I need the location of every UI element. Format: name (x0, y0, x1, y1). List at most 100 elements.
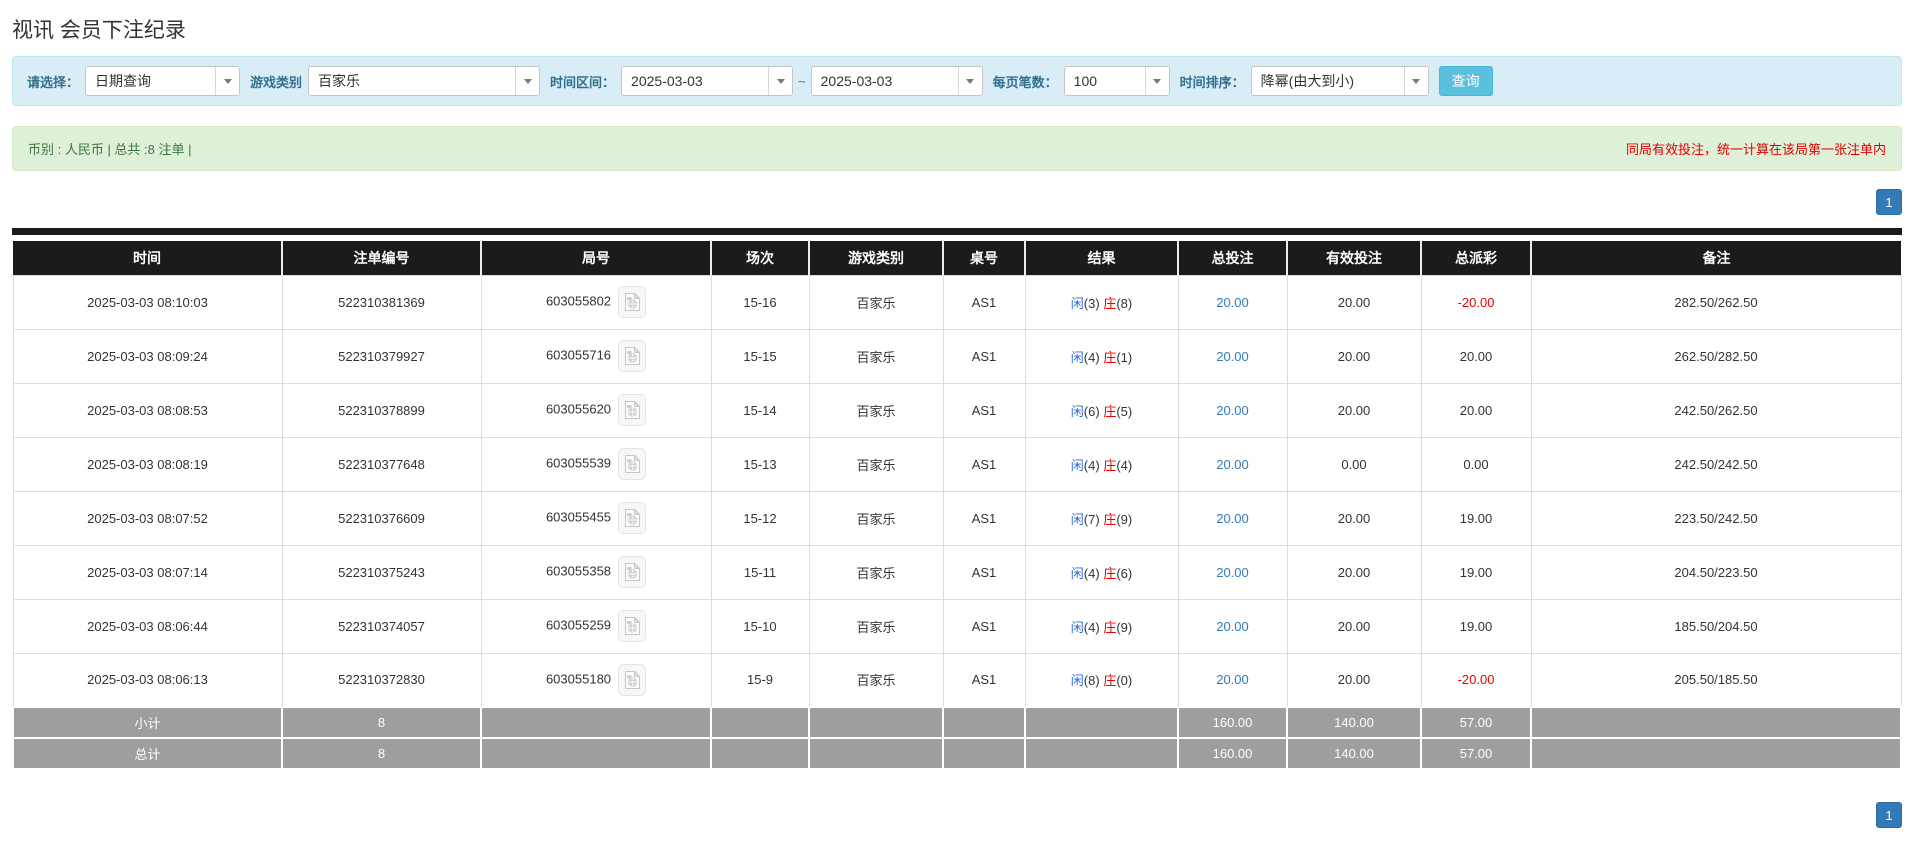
table-number-cell: AS1 (942, 598, 1026, 654)
valid-bet-cell: 20.00 (1286, 652, 1422, 708)
round-number-cell: 603055180 (480, 652, 712, 708)
game-category-select[interactable]: 百家乐 (308, 66, 541, 96)
valid-bet-cell: 20.00 (1286, 328, 1422, 384)
page-title: 视讯 会员下注纪录 (12, 19, 186, 42)
table-header-row: 时间 注单编号 局号 场次 游戏类别 桌号 结果 总投注 有效投注 总派彩 备注 (13, 241, 1901, 275)
round-number-cell: 603055539 (480, 436, 712, 492)
total-bet-link[interactable]: 20.00 (1216, 295, 1249, 310)
total-bet-cell: 20.00 (1177, 598, 1288, 654)
payout-cell: 19.00 (1420, 598, 1532, 654)
date-from-value: 2025-03-03 (631, 73, 703, 89)
subtotal-count: 8 (281, 706, 482, 739)
query-type-select[interactable]: 日期查询 (85, 66, 241, 96)
time-cell: 2025-03-03 08:10:03 (12, 274, 283, 330)
time-sort-value: 降幂(由大到小) (1260, 73, 1354, 89)
chevron-down-icon[interactable] (515, 67, 540, 95)
col-header-bet-no: 注单编号 (281, 241, 481, 275)
bet-number-cell: 522310372830 (281, 652, 482, 708)
game-category-cell: 百家乐 (808, 544, 944, 600)
total-bet-link[interactable]: 20.00 (1216, 349, 1249, 364)
result-cell: 闲(4) 庄(1) (1024, 328, 1179, 384)
video-record-icon[interactable] (618, 663, 647, 696)
per-page-label: 每页笔数： (992, 74, 1058, 90)
session-cell: 15-13 (710, 436, 810, 492)
bet-number-cell: 522310377648 (281, 436, 482, 492)
video-record-icon[interactable] (618, 610, 647, 642)
video-record-icon[interactable] (618, 340, 647, 372)
banker-result: 庄 (1103, 349, 1117, 365)
chevron-down-icon[interactable] (1144, 67, 1169, 95)
total-bet-link[interactable]: 20.00 (1216, 672, 1249, 687)
bet-records-table: 时间 注单编号 局号 场次 游戏类别 桌号 结果 总投注 有效投注 总派彩 备注… (12, 228, 1902, 770)
query-type-value: 日期查询 (95, 73, 152, 89)
bet-number-cell: 522310375243 (281, 544, 482, 600)
player-result: 闲 (1070, 403, 1084, 419)
per-page-select[interactable]: 100 (1063, 66, 1170, 96)
table-top-bar (12, 228, 1902, 235)
total-total-bet: 160.00 (1177, 737, 1288, 770)
remark-cell: 282.50/262.50 (1530, 274, 1902, 330)
time-cell: 2025-03-03 08:07:52 (12, 490, 283, 546)
page-1-button[interactable]: 1 (1876, 802, 1902, 828)
table-row: 2025-03-03 08:06:44 522310374057 603055259… (12, 598, 1902, 654)
game-category-cell: 百家乐 (808, 274, 944, 330)
date-to-select[interactable]: 2025-03-03 (810, 66, 983, 96)
col-header-session: 场次 (710, 241, 809, 275)
total-bet-link[interactable]: 20.00 (1216, 403, 1249, 418)
col-header-total-bet: 总投注 (1177, 241, 1287, 275)
total-row: 总计 8 160.00 140.00 57.00 (12, 737, 1902, 770)
remark-cell: 185.50/204.50 (1530, 598, 1902, 654)
total-count: 8 (281, 737, 482, 770)
chevron-down-icon[interactable] (957, 67, 982, 95)
time-cell: 2025-03-03 08:07:14 (12, 544, 283, 600)
total-bet-link[interactable]: 20.00 (1216, 457, 1249, 472)
date-to-value: 2025-03-03 (820, 73, 893, 89)
game-category-cell: 百家乐 (808, 436, 944, 492)
video-record-icon[interactable] (618, 556, 647, 588)
query-type-label: 请选择： (27, 74, 80, 90)
banker-result: 庄 (1103, 619, 1117, 635)
total-bet-cell: 20.00 (1177, 490, 1288, 546)
total-payout: 57.00 (1420, 737, 1532, 770)
valid-bet-cell: 20.00 (1286, 544, 1422, 600)
query-button[interactable]: 查询 (1438, 66, 1493, 96)
game-category-cell: 百家乐 (808, 490, 944, 546)
time-sort-select[interactable]: 降幂(由大到小) (1250, 66, 1429, 96)
pagination-top: 1 (12, 189, 1902, 215)
range-tilde: ~ (798, 73, 806, 89)
remark-cell: 205.50/185.50 (1530, 652, 1902, 708)
banker-result: 庄 (1103, 295, 1117, 311)
per-page-value: 100 (1073, 73, 1098, 89)
subtotal-payout: 57.00 (1420, 706, 1532, 739)
total-bet-link[interactable]: 20.00 (1216, 619, 1249, 634)
total-bet-cell: 20.00 (1177, 544, 1288, 600)
session-cell: 15-12 (710, 490, 810, 546)
time-range-label: 时间区间： (550, 74, 616, 90)
time-cell: 2025-03-03 08:06:13 (12, 652, 283, 708)
table-number-cell: AS1 (942, 544, 1026, 600)
banker-result: 庄 (1103, 511, 1117, 527)
video-record-icon[interactable] (618, 286, 647, 318)
total-bet-link[interactable]: 20.00 (1216, 565, 1249, 580)
session-cell: 15-9 (710, 652, 810, 708)
total-bet-cell: 20.00 (1177, 274, 1288, 330)
result-cell: 闲(6) 庄(5) (1024, 382, 1179, 438)
date-from-select[interactable]: 2025-03-03 (621, 66, 794, 96)
total-bet-link[interactable]: 20.00 (1216, 511, 1249, 526)
session-cell: 15-15 (710, 328, 810, 384)
page-1-button[interactable]: 1 (1876, 189, 1902, 215)
game-category-cell: 百家乐 (808, 382, 944, 438)
video-record-icon[interactable] (618, 394, 647, 426)
result-cell: 闲(4) 庄(9) (1024, 598, 1179, 654)
table-row: 2025-03-03 08:09:24 522310379927 603055716… (12, 328, 1902, 384)
chevron-down-icon[interactable] (215, 67, 240, 95)
valid-bet-cell: 20.00 (1286, 490, 1422, 546)
subtotal-label: 小计 (12, 706, 283, 739)
video-record-icon[interactable] (618, 448, 647, 480)
chevron-down-icon[interactable] (768, 67, 793, 95)
summary-currency-text: 币别 : 人民币 | 总共 :8 注单 | (28, 142, 192, 157)
bet-number-cell: 522310376609 (281, 490, 482, 546)
table-row: 2025-03-03 08:08:53 522310378899 603055620… (12, 382, 1902, 438)
video-record-icon[interactable] (618, 502, 647, 534)
chevron-down-icon[interactable] (1403, 67, 1428, 95)
